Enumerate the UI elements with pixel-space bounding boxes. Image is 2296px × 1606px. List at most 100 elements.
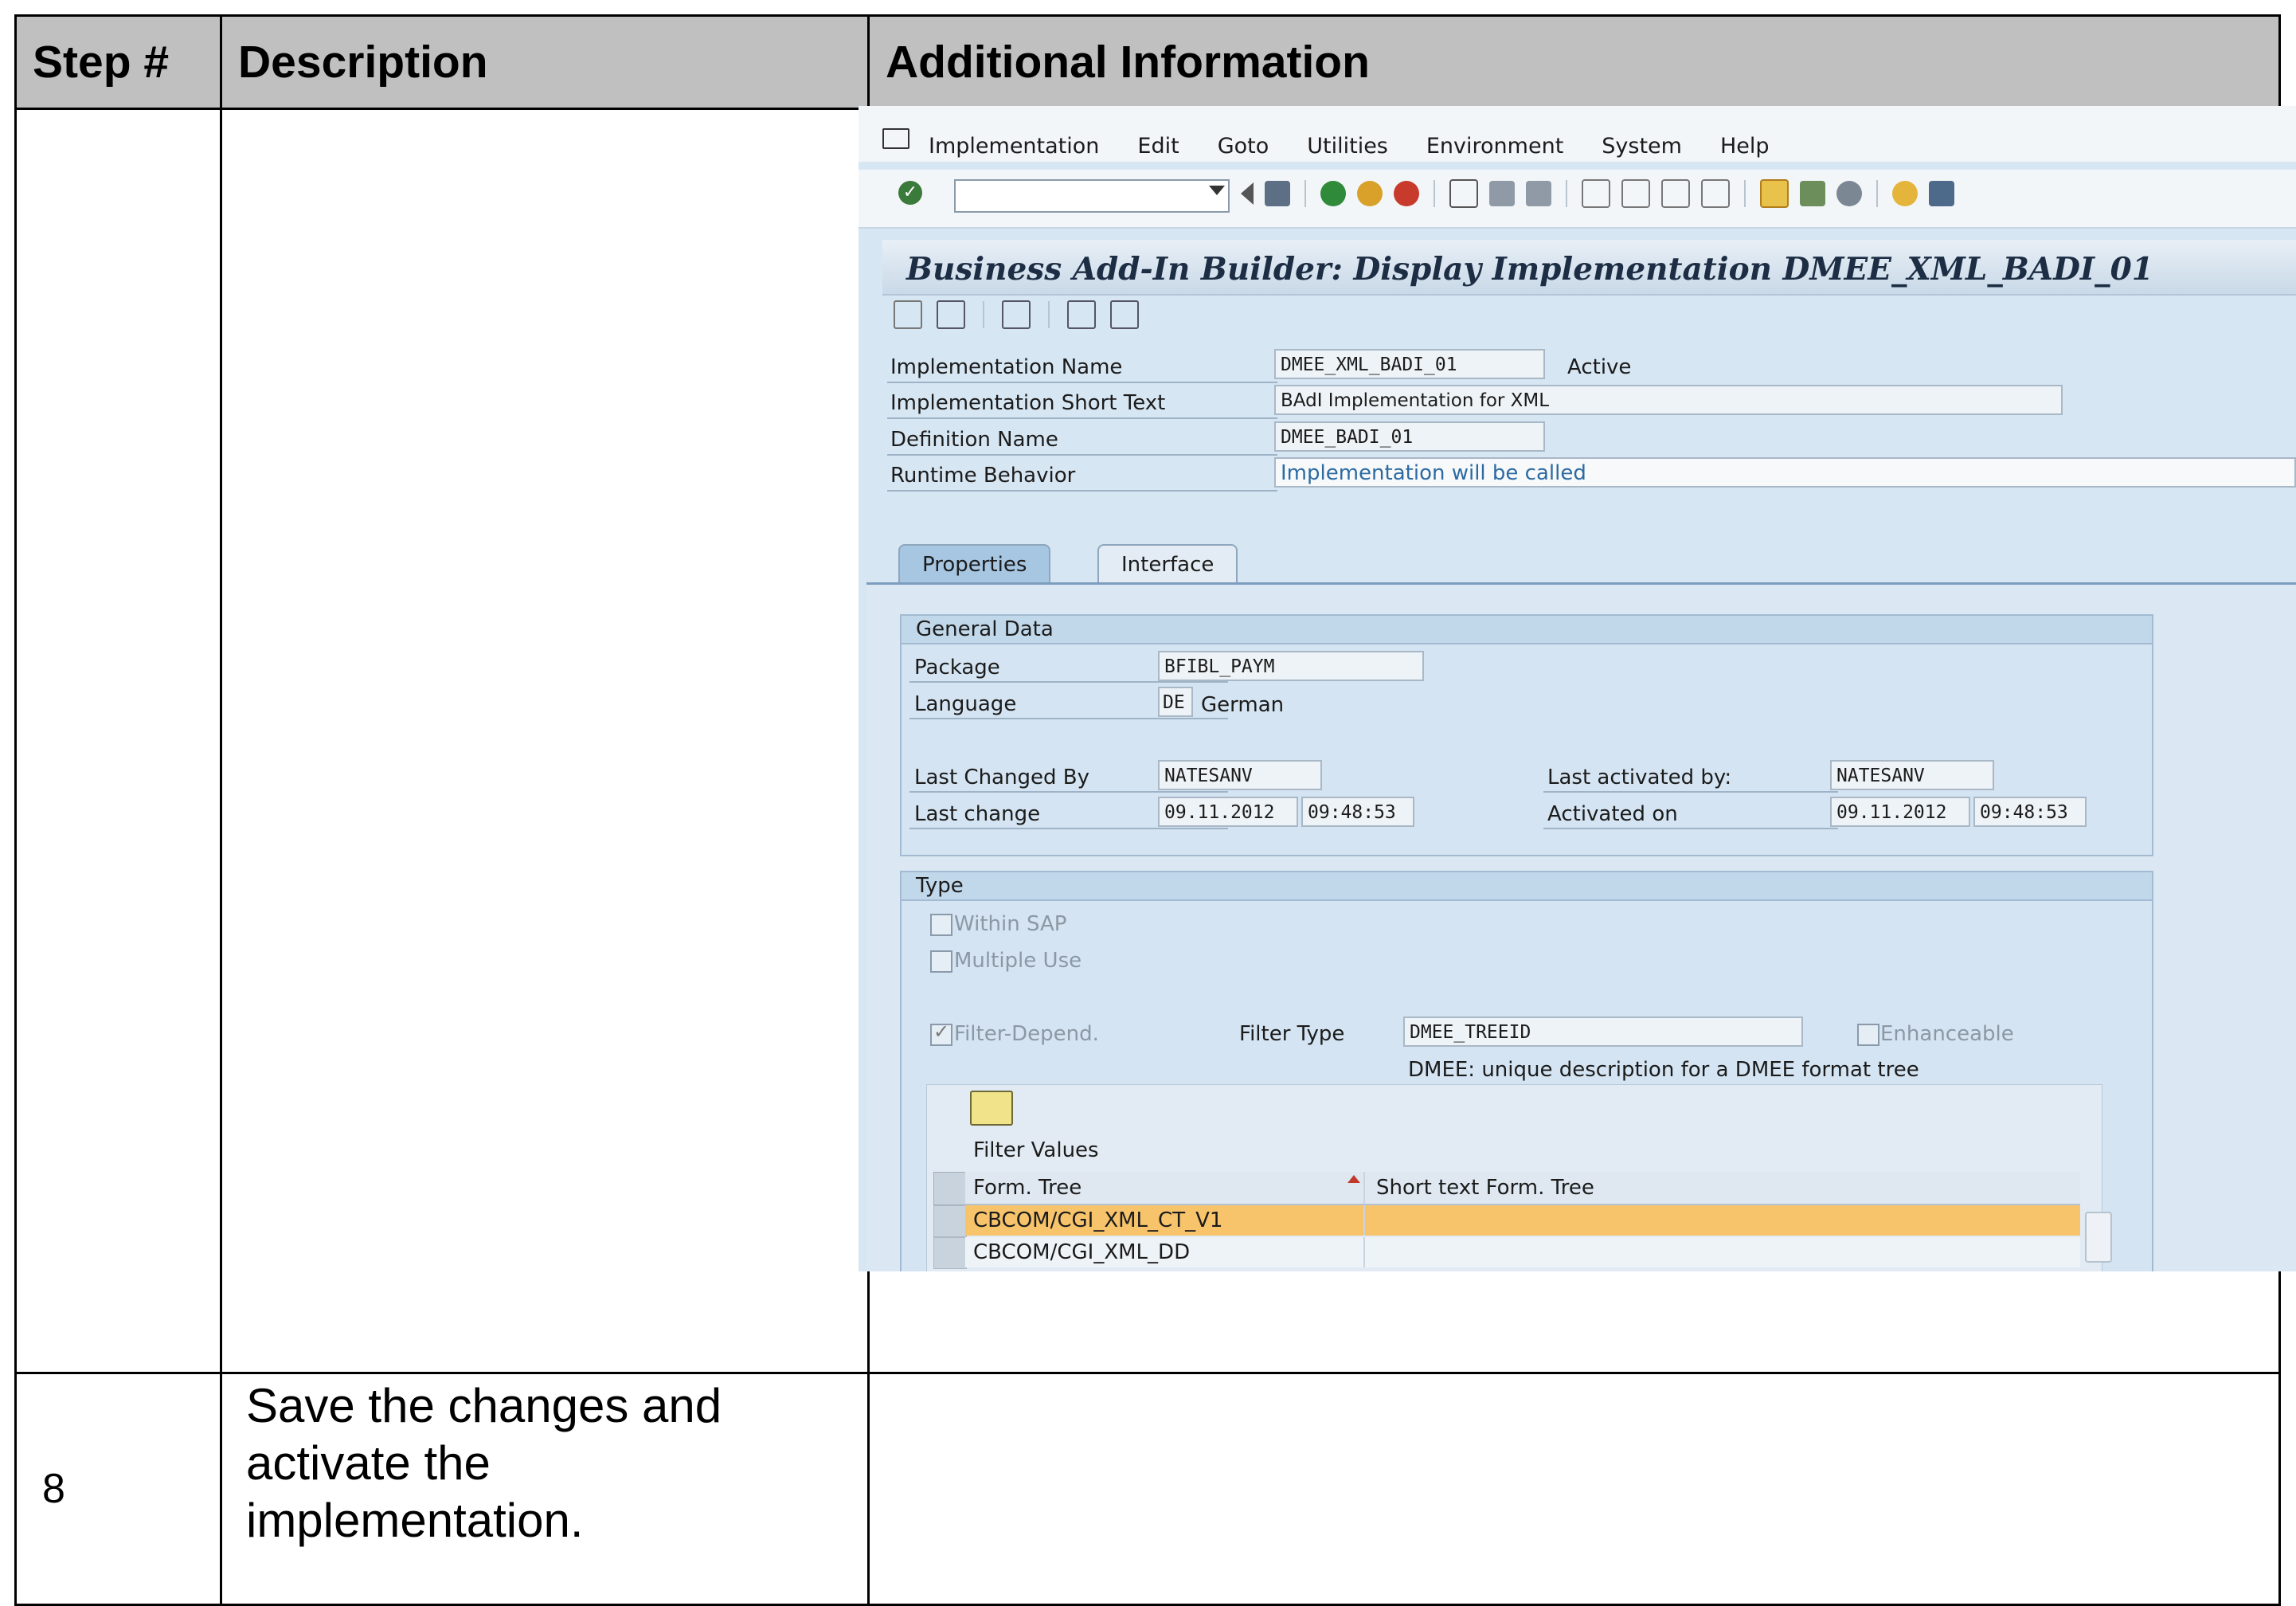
customize-icon[interactable]	[1836, 181, 1862, 206]
divider	[887, 454, 1277, 456]
cancel-icon[interactable]	[1394, 181, 1419, 206]
general-data-title: General Data	[902, 616, 2152, 644]
filter-description: DMEE: unique description for a DMEE form…	[1408, 1058, 1919, 1082]
column-divider	[1363, 1205, 1365, 1236]
menu-goto[interactable]: Goto	[1218, 134, 1269, 159]
column-divider	[1363, 1237, 1365, 1267]
save-icon[interactable]	[1265, 181, 1290, 206]
multiple-use-checkbox[interactable]	[930, 950, 952, 973]
last-activated-by-field[interactable]: NATESANV	[1830, 760, 1994, 790]
layout-menu-icon[interactable]	[1929, 181, 1954, 206]
multiple-use-label: Multiple Use	[954, 949, 1082, 973]
find-icon[interactable]	[1489, 181, 1515, 206]
menu-icon[interactable]	[882, 128, 909, 149]
menu-bar: Implementation Edit Goto Utilities Envir…	[859, 106, 2296, 162]
tab-interface[interactable]: Interface	[1097, 544, 1238, 584]
new-session-icon[interactable]	[1760, 179, 1789, 208]
last-change-label: Last change	[914, 802, 1041, 826]
divider	[909, 791, 1228, 793]
table-row[interactable]: CBCOM/CGI_XML_DD	[965, 1237, 2080, 1267]
header-additional-info: Additional Information	[867, 14, 2281, 110]
other-object-icon[interactable]	[937, 300, 965, 329]
filter-search-icon[interactable]	[970, 1091, 1013, 1126]
step-cell-empty	[14, 108, 222, 1374]
impl-status: Active	[1567, 355, 1632, 379]
toolbar-separator	[1434, 180, 1435, 207]
header-description: Description	[220, 14, 870, 110]
menu-utilities[interactable]: Utilities	[1307, 134, 1388, 159]
table-row[interactable]: CBCOM/CGI_XML_CT_V1	[965, 1205, 2080, 1236]
tab-properties[interactable]: Properties	[898, 544, 1051, 584]
def-name-field[interactable]: DMEE_BADI_01	[1274, 421, 1545, 452]
sort-ascending-icon	[1347, 1175, 1360, 1183]
shortcut-icon[interactable]	[1800, 181, 1825, 206]
short-text-label: Implementation Short Text	[890, 391, 1166, 415]
package-field[interactable]: BFIBL_PAYM	[1158, 651, 1424, 681]
toolbar-separator	[1876, 180, 1878, 207]
toolbar-separator	[1744, 180, 1746, 207]
exit-icon[interactable]	[1357, 181, 1383, 206]
filter-values-label: Filter Values	[973, 1138, 1099, 1162]
menu-implementation[interactable]: Implementation	[929, 134, 1099, 159]
activated-on-time-field[interactable]: 09:48:53	[1973, 797, 2087, 827]
back-arrow-icon[interactable]	[1241, 182, 1254, 205]
filter-type-field[interactable]: DMEE_TREEID	[1403, 1016, 1803, 1047]
divider	[887, 417, 1277, 419]
toolbar-separator	[983, 301, 984, 328]
table-row: 8 Save the changes and activate the impl…	[14, 1372, 2281, 1606]
short-text-field[interactable]: BAdI Implementation for XML	[1274, 385, 2063, 415]
enter-icon[interactable]: ✓	[898, 181, 922, 205]
print-icon[interactable]	[1449, 179, 1478, 208]
runtime-field[interactable]: Implementation will be called	[1274, 457, 2296, 488]
divider	[887, 382, 1277, 383]
table-header: Form. Tree Short text Form. Tree	[965, 1172, 2080, 1205]
vertical-scrollbar[interactable]	[2085, 1212, 2112, 1263]
find-next-icon[interactable]	[1526, 181, 1551, 206]
col-short-text-header[interactable]: Short text Form. Tree	[1368, 1172, 1594, 1204]
sap-screenshot: Implementation Edit Goto Utilities Envir…	[859, 106, 2296, 1271]
activate-icon[interactable]	[1002, 300, 1031, 329]
activated-on-date-field[interactable]: 09.11.2012	[1830, 797, 1970, 827]
menu-edit[interactable]: Edit	[1137, 134, 1179, 159]
next-page-icon[interactable]	[1661, 179, 1690, 208]
form-tree-cell: CBCOM/CGI_XML_CT_V1	[973, 1208, 1223, 1232]
menu-items: Implementation Edit Goto Utilities Envir…	[929, 134, 1770, 159]
menu-system[interactable]: System	[1602, 134, 1682, 159]
object-list-icon[interactable]	[1110, 300, 1139, 329]
last-change-date-field[interactable]: 09.11.2012	[1158, 797, 1298, 827]
last-activated-by-label: Last activated by:	[1547, 766, 1732, 789]
help-icon[interactable]	[1892, 181, 1918, 206]
enhanceable-checkbox[interactable]	[1857, 1024, 1879, 1046]
command-field[interactable]	[954, 179, 1230, 213]
back-icon[interactable]	[1320, 181, 1346, 206]
runtime-label: Runtime Behavior	[890, 464, 1076, 488]
divider	[1543, 791, 1838, 793]
menu-help[interactable]: Help	[1720, 134, 1770, 159]
menu-environment[interactable]: Environment	[1426, 134, 1563, 159]
filter-depend-checkbox[interactable]	[930, 1020, 952, 1046]
activated-on-label: Activated on	[1547, 802, 1678, 826]
row-selector[interactable]	[933, 1205, 967, 1237]
row-selector[interactable]	[933, 1237, 967, 1269]
last-page-icon[interactable]	[1701, 179, 1730, 208]
form-tree-cell: CBCOM/CGI_XML_DD	[973, 1240, 1191, 1264]
select-all-icon[interactable]	[933, 1172, 967, 1205]
display-change-icon[interactable]	[894, 300, 922, 329]
language-code-field[interactable]: DE	[1158, 687, 1193, 717]
language-label: Language	[914, 692, 1017, 716]
last-change-time-field[interactable]: 09:48:53	[1301, 797, 1414, 827]
col-form-tree-header[interactable]: Form. Tree	[965, 1172, 1082, 1204]
hierarchy-icon[interactable]	[1067, 300, 1096, 329]
dropdown-arrow-icon[interactable]	[1209, 186, 1225, 195]
within-sap-checkbox[interactable]	[930, 914, 952, 936]
impl-name-field[interactable]: DMEE_XML_BADI_01	[1274, 349, 1545, 379]
divider	[1543, 828, 1838, 829]
first-page-icon[interactable]	[1582, 179, 1610, 208]
previous-page-icon[interactable]	[1621, 179, 1650, 208]
last-changed-by-field[interactable]: NATESANV	[1158, 760, 1322, 790]
filter-type-label: Filter Type	[1239, 1022, 1345, 1046]
enhanceable-label: Enhanceable	[1880, 1022, 2014, 1046]
title-bar: Business Add-In Builder: Display Impleme…	[882, 240, 2296, 296]
divider	[909, 718, 1228, 719]
toolbar-separator	[1048, 301, 1050, 328]
